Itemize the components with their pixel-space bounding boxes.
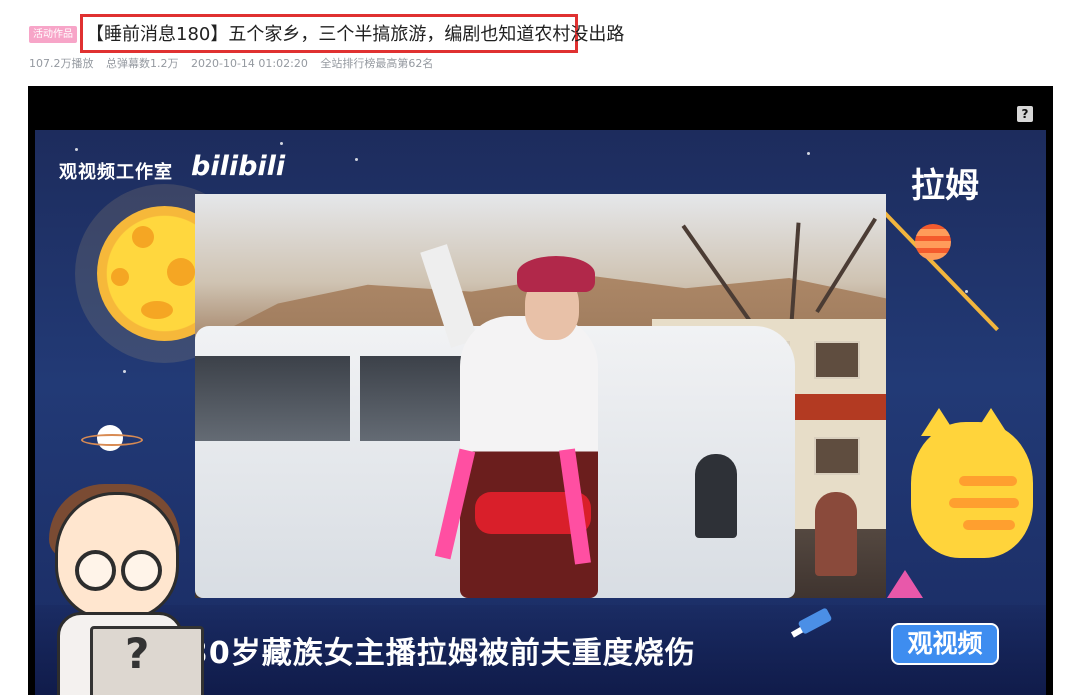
guanshipin-logo: 观视频 bbox=[891, 623, 999, 665]
planet-ring-icon bbox=[81, 434, 143, 446]
cat-ear bbox=[921, 408, 957, 436]
studio-label: 观视频工作室 bbox=[59, 162, 173, 183]
star-icon bbox=[355, 158, 358, 161]
video-header: 活动作品 【睡前消息180】五个家乡，三个半搞旅游，编剧也知道农村没出路 107… bbox=[0, 0, 1080, 86]
video-player[interactable]: ? 观视频工作室 bilibili 拉姆 30岁藏族女主播拉姆被前夫重度烧伤 观… bbox=[28, 86, 1053, 695]
video-meta: 107.2万播放 总弹幕数1.2万 2020-10-14 01:02:20 全站… bbox=[29, 55, 442, 71]
window bbox=[814, 341, 860, 379]
moon-crater bbox=[132, 226, 154, 248]
publish-time: 2020-10-14 01:02:20 bbox=[191, 57, 308, 70]
video-frame[interactable]: 观视频工作室 bilibili 拉姆 30岁藏族女主播拉姆被前夫重度烧伤 观视频… bbox=[35, 130, 1046, 695]
star-icon bbox=[807, 152, 810, 155]
cat-stripe bbox=[959, 476, 1017, 486]
moon-crater bbox=[111, 268, 129, 286]
cat-ear bbox=[973, 408, 1009, 436]
glasses-icon bbox=[121, 550, 162, 591]
planet-icon bbox=[915, 224, 951, 260]
shooting-star-icon bbox=[871, 198, 999, 332]
moon-crater bbox=[141, 301, 173, 319]
help-icon[interactable]: ? bbox=[1017, 106, 1033, 122]
video-photo bbox=[195, 194, 886, 598]
background-person bbox=[815, 492, 857, 576]
play-count: 107.2万播放 bbox=[29, 57, 94, 70]
video-caption: 30岁藏族女主播拉姆被前夫重度烧伤 bbox=[187, 636, 696, 671]
glasses-icon bbox=[75, 550, 116, 591]
question-mark-icon: ? bbox=[125, 629, 150, 678]
moon-crater bbox=[167, 258, 195, 286]
star-icon bbox=[280, 142, 283, 145]
cat-stripe bbox=[963, 520, 1015, 530]
activity-badge[interactable]: 活动作品 bbox=[29, 26, 77, 43]
window bbox=[814, 437, 860, 475]
star-icon bbox=[75, 148, 78, 151]
danmaku-count: 总弹幕数1.2万 bbox=[106, 57, 179, 70]
bilibili-logo: bilibili bbox=[191, 151, 286, 182]
person-name: 拉姆 bbox=[911, 166, 979, 206]
star-icon bbox=[965, 290, 968, 293]
triangle-icon bbox=[887, 570, 923, 598]
cartoon-girl bbox=[55, 492, 179, 620]
cat-illustration bbox=[911, 408, 1033, 558]
cat-stripe bbox=[949, 498, 1019, 508]
star-icon bbox=[123, 370, 126, 373]
ranking-info[interactable]: 全站排行榜最高第62名 bbox=[320, 57, 433, 70]
background-person bbox=[695, 454, 737, 538]
headdress bbox=[517, 256, 595, 292]
video-title: 【睡前消息180】五个家乡，三个半搞旅游，编剧也知道农村没出路 bbox=[86, 24, 625, 45]
car-window bbox=[195, 356, 350, 441]
